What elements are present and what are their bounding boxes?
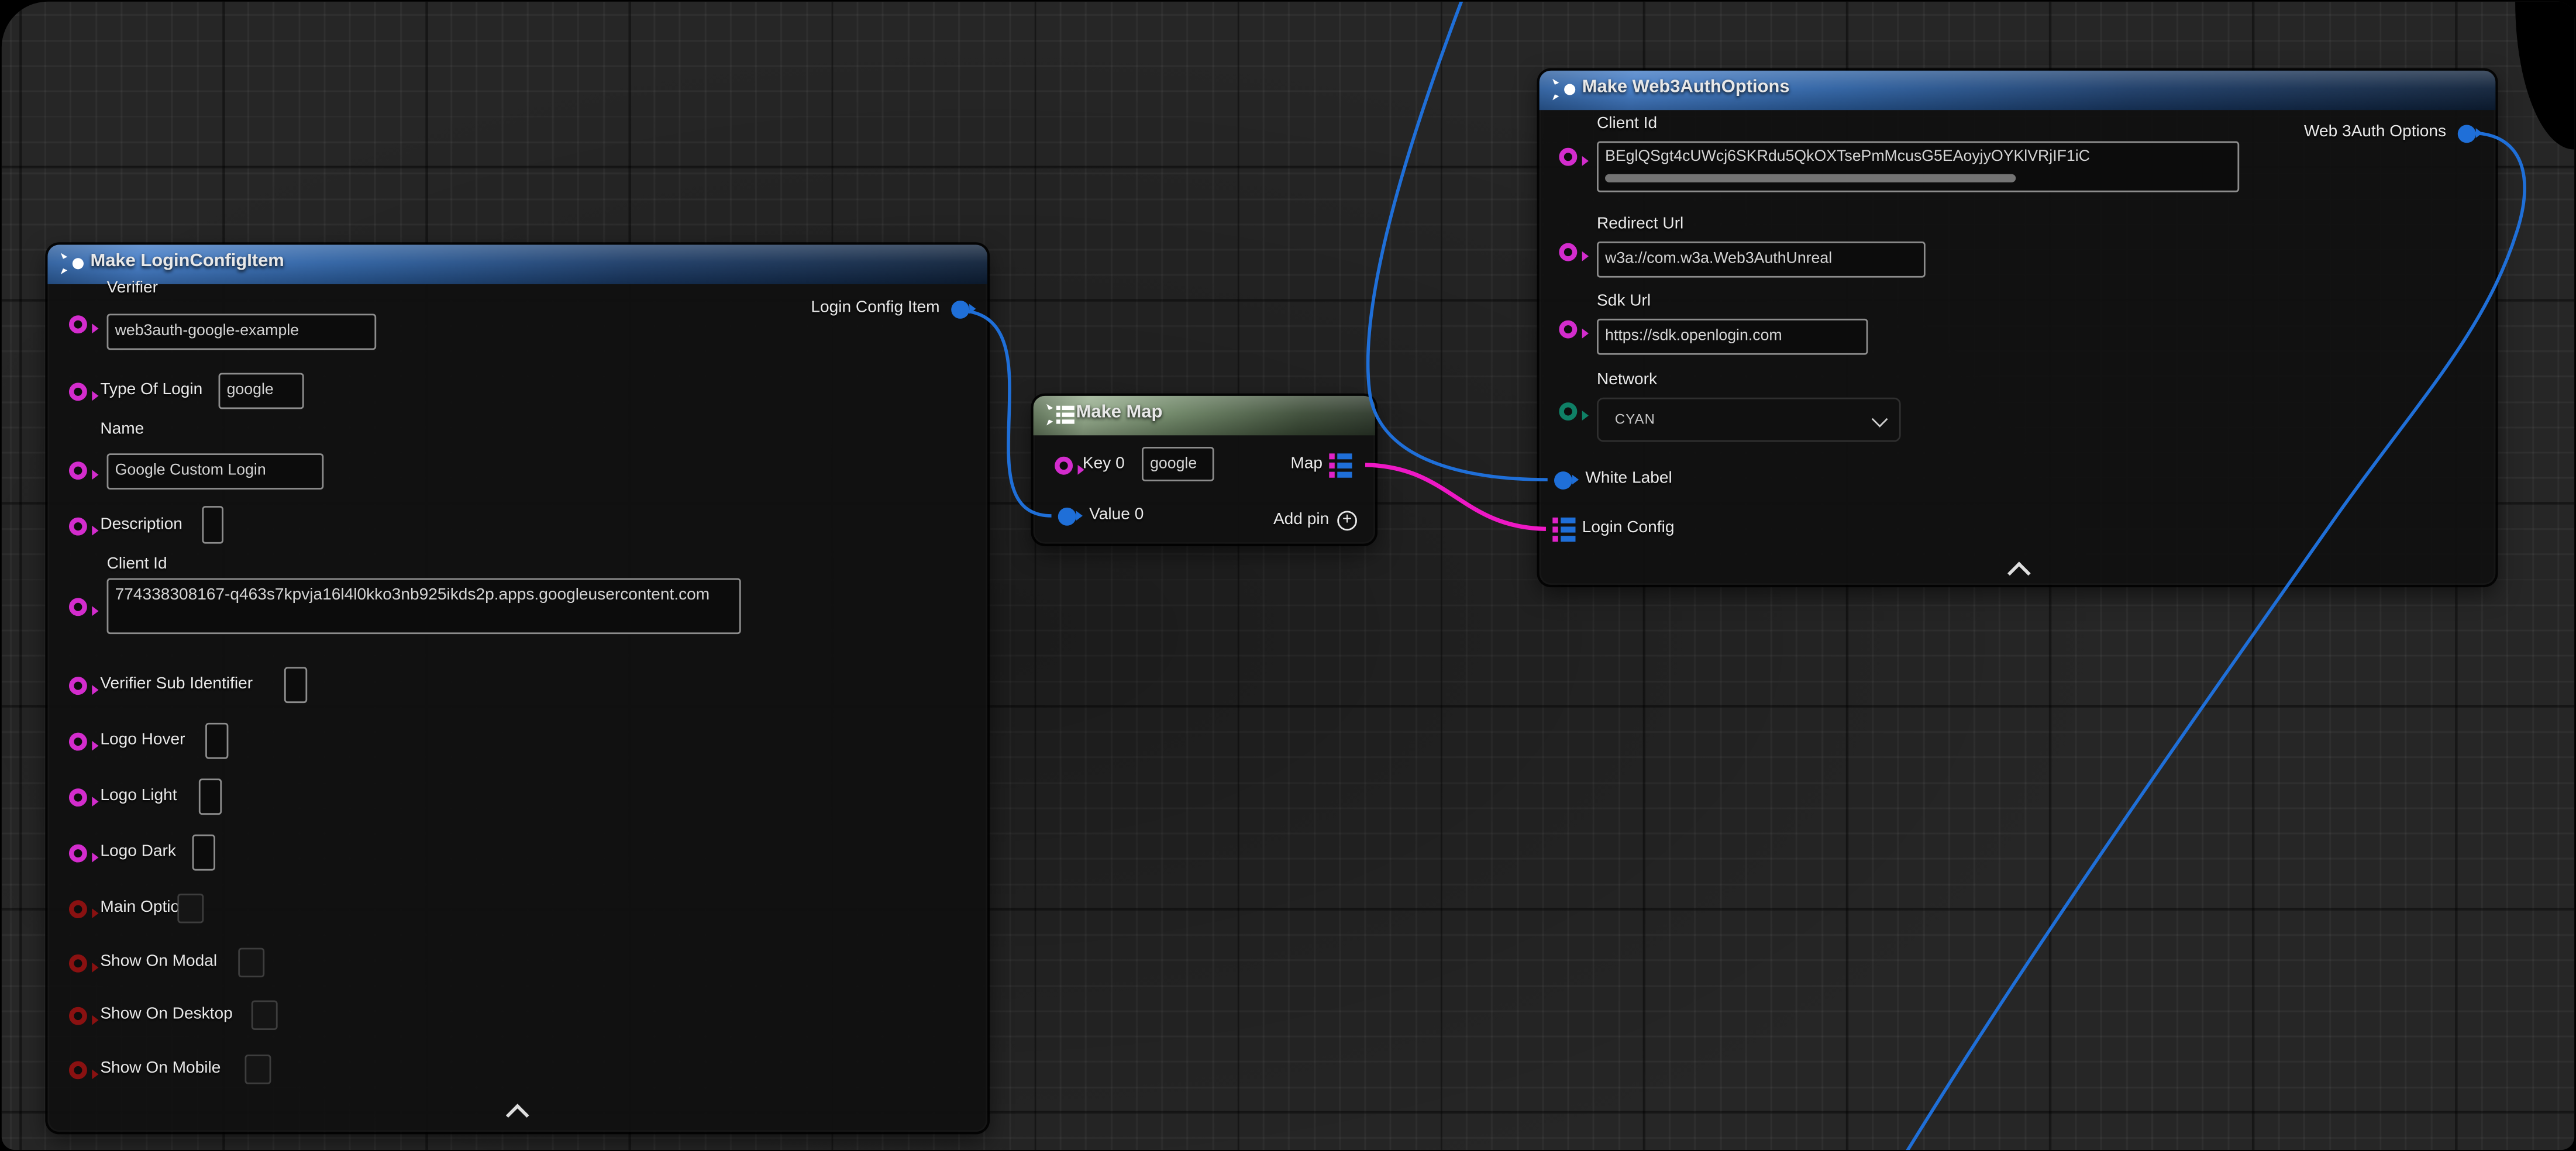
make-struct-icon <box>59 251 87 276</box>
node-title: Make LoginConfigItem <box>90 251 284 271</box>
input-pin-show-on-mobile[interactable] <box>68 1060 87 1078</box>
main-option-checkbox[interactable] <box>177 894 204 923</box>
pin-label-redirect-url: Redirect Url <box>1597 215 1683 233</box>
output-pin-login-config-item[interactable] <box>950 300 969 318</box>
node-header[interactable]: Make Web3AuthOptions <box>1540 71 2496 110</box>
input-pin-main-option[interactable] <box>68 900 87 918</box>
logo-light-field[interactable] <box>199 778 222 815</box>
node-make-login-config-item[interactable]: Make LoginConfigItem Login Config Item V… <box>47 244 987 1132</box>
node-make-map[interactable]: Make Map Key 0 google Map Value 0 Add pi… <box>1034 396 1375 544</box>
input-pin-verifier-sub-identifier[interactable] <box>68 676 87 694</box>
input-pin-verifier[interactable] <box>68 315 87 333</box>
network-dropdown-value: CYAN <box>1615 411 1655 427</box>
input-pin-client-id[interactable] <box>68 597 87 615</box>
input-pin-sdk-url[interactable] <box>1558 319 1576 337</box>
pin-label-sdk-url: Sdk Url <box>1597 292 1651 311</box>
pin-label-show-on-mobile: Show On Mobile <box>100 1060 221 1078</box>
description-field[interactable] <box>202 506 223 544</box>
pin-label-show-on-modal: Show On Modal <box>100 953 217 971</box>
input-pin-logo-light[interactable] <box>68 788 87 806</box>
input-pin-white-label[interactable] <box>1554 471 1572 489</box>
make-struct-icon <box>1551 77 1579 102</box>
type-of-login-field[interactable]: google <box>219 373 304 409</box>
add-pin-label: Add pin <box>1273 511 1329 529</box>
input-pin-show-on-desktop[interactable] <box>68 1006 87 1024</box>
redirect-url-field[interactable]: w3a://com.w3a.Web3AuthUnreal <box>1597 242 1926 278</box>
pin-label-type-of-login: Type Of Login <box>100 381 202 399</box>
verifier-field[interactable]: web3auth-google-example <box>107 313 377 350</box>
client-id-field[interactable]: BEglQSgt4cUWcj6SKRdu5QkOXTsePmMcusG5EAoy… <box>1597 142 2239 192</box>
network-dropdown[interactable]: CYAN <box>1597 398 1901 442</box>
collapse-node-chevron-icon[interactable] <box>506 1104 529 1127</box>
sdk-url-field[interactable]: https://sdk.openlogin.com <box>1597 319 1868 355</box>
input-pin-show-on-modal[interactable] <box>68 953 87 971</box>
graph-background[interactable]: Make LoginConfigItem Login Config Item V… <box>2 2 2574 1150</box>
pin-label-login-config: Login Config <box>1582 519 1675 537</box>
make-map-icon <box>1045 402 1076 427</box>
pin-label-client-id: Client Id <box>107 555 167 573</box>
pin-label-value0: Value 0 <box>1089 506 1144 524</box>
pin-label-name: Name <box>100 421 144 439</box>
client-id-field-scrollbar[interactable] <box>1605 174 2016 182</box>
pin-label-logo-light: Logo Light <box>100 787 177 805</box>
show-on-modal-checkbox[interactable] <box>238 948 264 978</box>
input-pin-value0[interactable] <box>1057 506 1075 525</box>
input-pin-name[interactable] <box>68 461 87 479</box>
verifier-sub-identifier-field[interactable] <box>284 667 307 703</box>
input-pin-logo-hover[interactable] <box>68 732 87 750</box>
pin-label-show-on-desktop: Show On Desktop <box>100 1005 232 1024</box>
input-pin-type-of-login[interactable] <box>68 382 87 400</box>
node-title: Make Web3AuthOptions <box>1582 77 1790 97</box>
node-header[interactable]: Make Map <box>1034 396 1375 435</box>
pin-label-description: Description <box>100 516 182 534</box>
pin-label-key0: Key 0 <box>1083 455 1125 473</box>
input-pin-description[interactable] <box>68 516 87 535</box>
output-pin-label: Login Config Item <box>811 299 939 317</box>
input-pin-login-config[interactable] <box>1552 518 1575 542</box>
collapse-node-chevron-icon[interactable] <box>2007 561 2031 585</box>
pin-label-main-option: Main Option <box>100 898 188 916</box>
pin-label-verifier-sub-identifier: Verifier Sub Identifier <box>100 675 253 693</box>
node-header[interactable]: Make LoginConfigItem <box>47 244 987 284</box>
show-on-mobile-checkbox[interactable] <box>244 1054 271 1084</box>
add-pin-plus-icon[interactable] <box>1337 511 1357 530</box>
key0-field[interactable]: google <box>1142 447 1214 481</box>
pin-label-logo-hover: Logo Hover <box>100 731 185 749</box>
pin-label-network: Network <box>1597 371 1657 390</box>
name-field[interactable]: Google Custom Login <box>107 453 324 490</box>
logo-hover-field[interactable] <box>205 723 228 759</box>
blueprint-graph-canvas[interactable]: Make LoginConfigItem Login Config Item V… <box>0 0 2576 1151</box>
input-pin-client-id[interactable] <box>1558 147 1576 165</box>
dropdown-chevron-icon <box>1872 411 1888 428</box>
input-pin-key0[interactable] <box>1054 456 1072 474</box>
node-title: Make Map <box>1076 402 1163 422</box>
input-pin-network[interactable] <box>1558 402 1576 420</box>
client-id-field[interactable]: 774338308167-q463s7kpvja16l4l0kko3nb925i… <box>107 578 741 634</box>
node-make-web3auth-options[interactable]: Make Web3AuthOptions Web 3Auth Options C… <box>1540 71 2496 585</box>
output-pin-web3auth-options[interactable] <box>2457 124 2475 142</box>
input-pin-logo-dark[interactable] <box>68 843 87 861</box>
pin-label-verifier: Verifier <box>107 279 158 297</box>
input-pin-redirect-url[interactable] <box>1558 242 1576 260</box>
pin-label-client-id: Client Id <box>1597 115 1657 133</box>
pin-label-white-label: White Label <box>1585 470 1672 488</box>
pin-label-logo-dark: Logo Dark <box>100 843 176 861</box>
output-pin-label-map: Map <box>1290 455 1323 473</box>
show-on-desktop-checkbox[interactable] <box>252 1000 278 1030</box>
output-pin-label: Web 3Auth Options <box>2304 123 2446 142</box>
output-pin-map[interactable] <box>1329 453 1352 478</box>
logo-dark-field[interactable] <box>192 835 215 871</box>
